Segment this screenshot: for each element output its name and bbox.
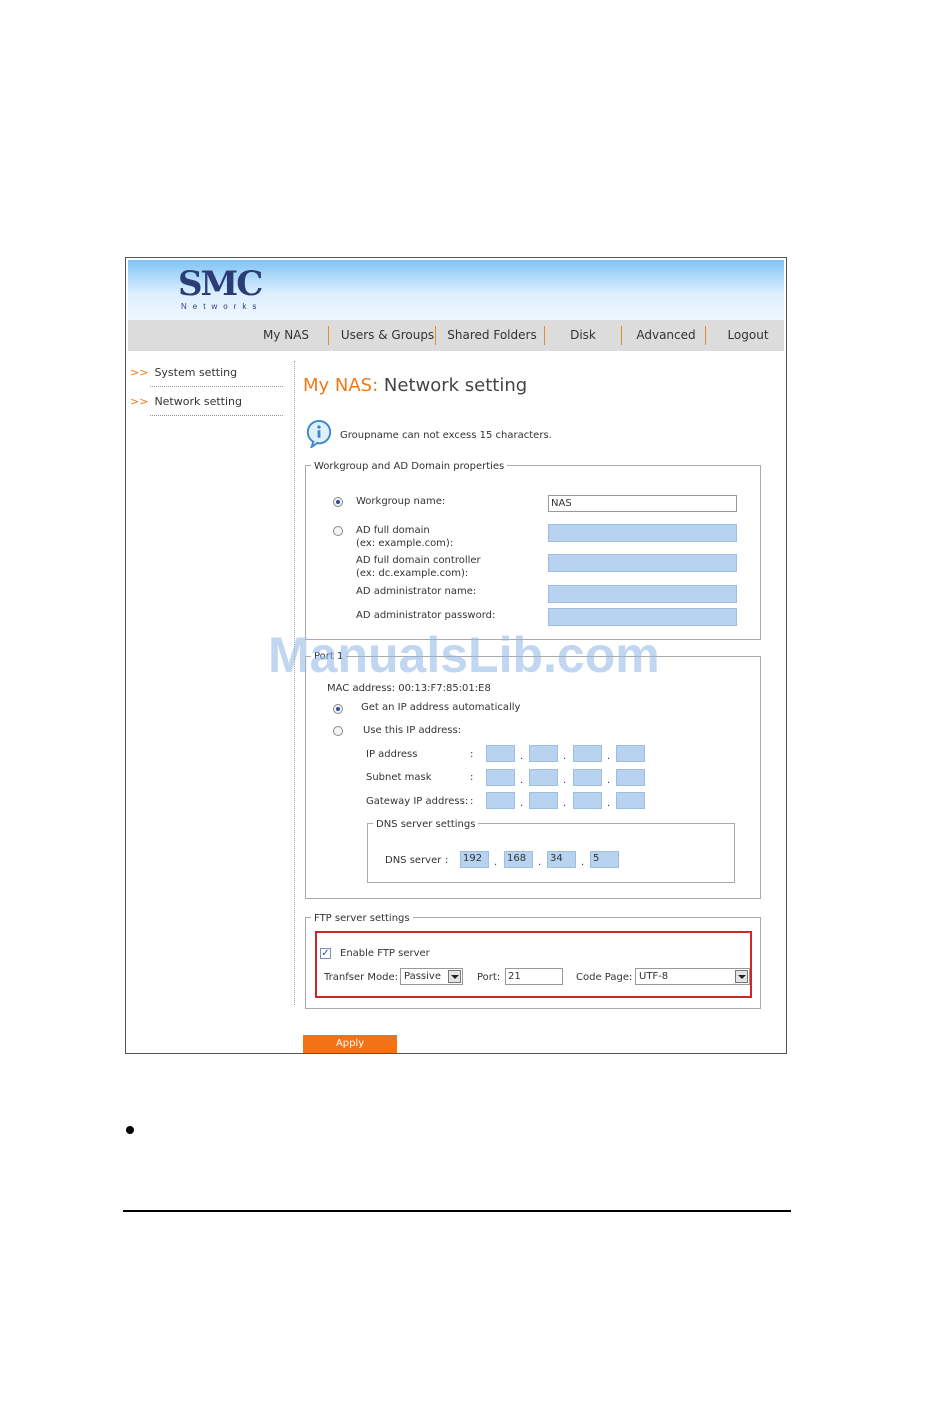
colon: : [470,772,474,783]
nav-separator [705,326,706,345]
nav-my-nas[interactable]: My NAS [256,320,316,351]
dot: . [581,857,585,868]
ad-domain-hint: (ex: example.com): [356,538,454,549]
ad-admin-input[interactable] [548,585,737,603]
gateway-octet-1[interactable] [486,792,515,809]
dot: . [520,798,524,809]
nav-advanced[interactable]: Advanced [631,320,701,351]
sidebar-item-network-setting[interactable]: >> Network setting [130,395,242,408]
nav-separator [621,326,622,345]
ad-admin-label: AD administrator name: [356,586,477,597]
dns-octet-4[interactable]: 5 [590,851,619,868]
nav-users-groups[interactable]: Users & Groups [335,320,440,351]
ad-password-input[interactable] [548,608,737,626]
ip-octet-4[interactable] [616,745,645,762]
dot: . [607,775,611,786]
colon: : [470,749,474,760]
auto-ip-radio[interactable] [333,704,343,714]
gateway-octet-3[interactable] [573,792,602,809]
dot: . [607,751,611,762]
ftp-port-label: Port: [477,972,501,983]
colon: : [445,855,449,866]
watermark: ManualsLib.com [268,627,660,683]
dot: . [607,798,611,809]
dns-octet-3[interactable]: 34 [547,851,576,868]
subnet-octet-1[interactable] [486,769,515,786]
ad-controller-label: AD full domain controller [356,555,481,566]
nav-separator [435,326,436,345]
dot: . [494,857,498,868]
dot: . [520,775,524,786]
arrow-icon: >> [130,395,149,408]
ip-octet-1[interactable] [486,745,515,762]
colon: : [470,796,474,807]
footer-rule [123,1210,791,1212]
workgroup-name-label: Workgroup name: [356,496,446,507]
transfer-mode-label: Tranfser Mode: [324,972,399,983]
smc-logo: SMC Networks [178,264,263,311]
sidebar-item-system-setting[interactable]: >> System setting [130,366,237,379]
dns-octet-2[interactable]: 168 [504,851,533,868]
top-nav: My NAS Users & Groups Shared Folders Dis… [128,320,784,351]
ftp-highlight-box [315,931,752,998]
nav-logout[interactable]: Logout [718,320,778,351]
subnet-octet-2[interactable] [529,769,558,786]
chevron-down-icon [735,970,748,983]
dot: . [563,798,567,809]
gateway-octet-4[interactable] [616,792,645,809]
ip-octet-3[interactable] [573,745,602,762]
nav-separator [328,326,329,345]
workgroup-legend: Workgroup and AD Domain properties [311,461,508,472]
manual-ip-label: Use this IP address: [363,725,462,736]
chevron-down-icon [448,970,461,983]
manual-ip-radio[interactable] [333,726,343,736]
dns-server-label: DNS server [385,855,442,866]
page-title: My NAS: Network setting [303,375,528,396]
ad-password-label: AD administrator password: [356,610,496,621]
ad-controller-hint: (ex: dc.example.com): [356,568,469,579]
divider [150,386,283,387]
nav-shared-folders[interactable]: Shared Folders [442,320,542,351]
dot: . [538,857,542,868]
dot: . [520,751,524,762]
nav-disk[interactable]: Disk [558,320,608,351]
ftp-port-input[interactable]: 21 [505,968,563,985]
dot: . [563,775,567,786]
code-page-select[interactable]: UTF-8 [635,968,750,985]
info-icon [306,420,332,448]
arrow-icon: >> [130,366,149,379]
auto-ip-label: Get an IP address automatically [361,702,521,713]
ad-domain-radio[interactable] [333,526,343,536]
header-banner: SMC Networks [128,260,784,320]
gateway-octet-2[interactable] [529,792,558,809]
info-message: Groupname can not excess 15 characters. [340,430,552,441]
ip-address-label: IP address [366,749,418,760]
ftp-legend: FTP server settings [311,913,413,924]
dns-octet-1[interactable]: 192 [460,851,489,868]
ad-domain-label: AD full domain [356,525,430,536]
apply-button[interactable]: Apply [303,1035,397,1053]
subnet-mask-label: Subnet mask [366,772,432,783]
enable-ftp-label: Enable FTP server [340,948,430,959]
dot: . [563,751,567,762]
ad-domain-input[interactable] [548,524,737,542]
bullet-point [126,1126,134,1134]
divider [150,415,283,416]
ip-octet-2[interactable] [529,745,558,762]
code-page-label: Code Page: [576,972,633,983]
transfer-mode-select[interactable]: Passive [400,968,463,985]
nav-separator [544,326,545,345]
gateway-label: Gateway IP address: [366,796,469,807]
ad-controller-input[interactable] [548,554,737,572]
dns-legend: DNS server settings [373,819,479,830]
workgroup-radio[interactable] [333,497,343,507]
subnet-octet-3[interactable] [573,769,602,786]
enable-ftp-checkbox[interactable]: ✓ [320,948,331,959]
workgroup-name-input[interactable]: NAS [548,495,737,512]
mac-address: MAC address: 00:13:F7:85:01:E8 [327,683,491,694]
subnet-octet-4[interactable] [616,769,645,786]
